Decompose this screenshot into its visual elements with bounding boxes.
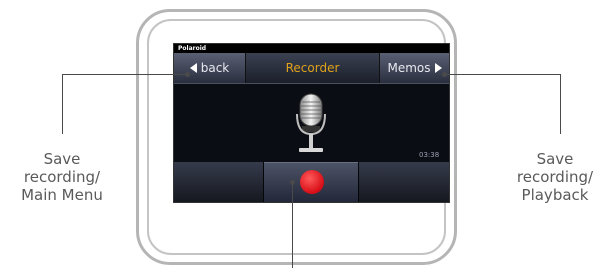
screen-title: Recorder xyxy=(285,61,340,75)
memos-button-label: Memos xyxy=(387,61,431,75)
recording-timer: 03:38 xyxy=(419,151,440,159)
right-callout-label: Save recording/Playback xyxy=(516,150,594,204)
left-callout-dot xyxy=(185,72,190,77)
record-callout-line xyxy=(292,182,293,268)
bottom-left-slot xyxy=(174,162,264,202)
right-callout-dot xyxy=(442,72,447,77)
bottom-right-slot xyxy=(358,162,449,202)
right-callout-line-horizontal xyxy=(445,74,561,75)
microphone-icon xyxy=(296,93,326,152)
memos-button[interactable]: Memos xyxy=(379,53,449,83)
left-callout-label: Save recording/Main Menu xyxy=(21,150,103,204)
back-button[interactable]: back xyxy=(174,53,246,83)
brand-logo: Polaroid xyxy=(178,45,207,52)
left-callout-line-horizontal xyxy=(62,74,188,75)
brand-status-bar: Polaroid xyxy=(174,44,449,53)
left-callout-line-vertical xyxy=(62,74,63,134)
record-icon[interactable] xyxy=(300,170,324,194)
device-screen: Polaroid back Recorder Memos 03:38 xyxy=(174,44,449,202)
left-arrow-icon xyxy=(189,63,197,73)
back-button-label: back xyxy=(200,61,230,75)
right-callout-line-vertical xyxy=(560,74,561,134)
right-arrow-icon xyxy=(434,63,442,73)
